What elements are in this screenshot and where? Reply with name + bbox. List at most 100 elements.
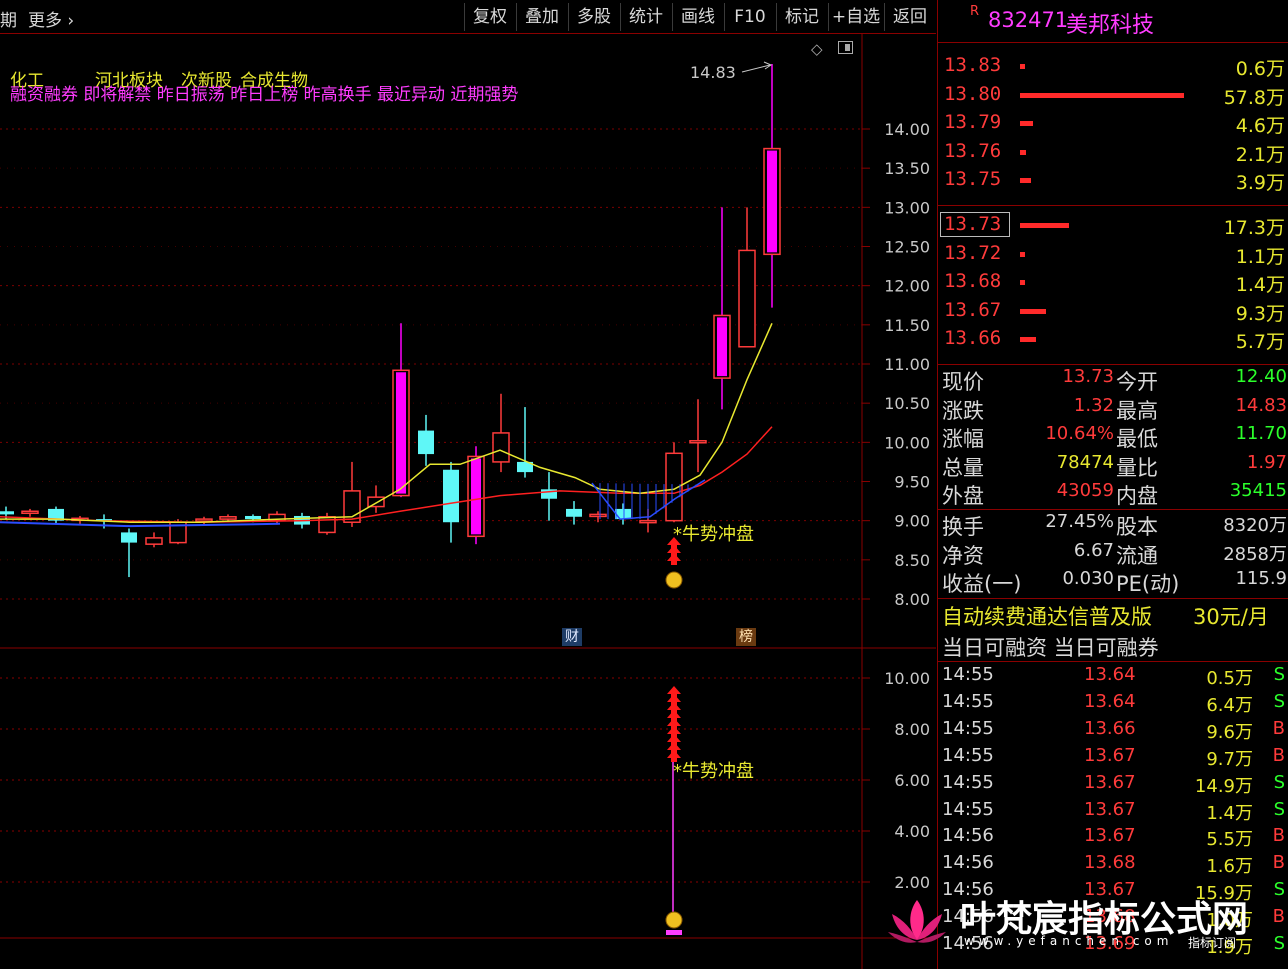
stat-value: 1.32 — [1073, 394, 1114, 416]
trade-price: 13.67 — [1084, 771, 1136, 793]
toolbar-button-6[interactable]: 标记 — [776, 3, 827, 31]
toolbar-button-5[interactable]: F10 — [724, 3, 775, 31]
candlestick-chart[interactable]: 14.00 13.50 13.00 12.50 12.00 11.50 11.00 10.50… — [0, 34, 936, 969]
diamond-icon[interactable]: ◇ — [811, 40, 823, 58]
status-tags[interactable]: 融资融券 即将解禁 昨日振荡 昨日上榜 昨高换手 最近异动 近期强势 — [10, 80, 518, 105]
lower-tick-label: 10.00 — [884, 669, 930, 688]
money-bag-icon — [665, 911, 683, 929]
panel-toggle-icon[interactable] — [838, 41, 853, 54]
price-tick-label: 10.50 — [884, 394, 930, 413]
stat-value: 78474 — [1056, 451, 1114, 473]
stat-label: PE(动) — [1116, 572, 1180, 597]
watermark: 叶梵宸指标公式网 www.yefanchen.com 指标订阅 — [884, 888, 1288, 969]
stat-label: 今开 — [1116, 370, 1158, 394]
period-label[interactable]: 期 — [0, 6, 17, 31]
signal-label: *牛势冲盘 — [673, 524, 754, 545]
promo-text[interactable]: 自动续费通达信普及版 — [942, 601, 1152, 631]
trade-row: 14:55 13.64 0.5万 S — [938, 663, 1288, 690]
bid-volume: 5.7万 — [1235, 331, 1285, 354]
candle-body — [566, 508, 582, 517]
trade-row: 14:56 13.68 1.6万 B — [938, 851, 1288, 878]
ask-volume: 57.8万 — [1223, 86, 1285, 109]
trade-row: 14:55 13.67 9.7万 B — [938, 744, 1288, 771]
ask-volume: 2.1万 — [1235, 143, 1285, 166]
ask-volume-bar — [1020, 178, 1031, 184]
candle-body — [492, 432, 510, 463]
candle-body — [245, 515, 261, 520]
candle-body — [145, 537, 163, 545]
ask-row[interactable]: 13.75 3.9万 — [938, 166, 1288, 194]
stat-label: 总量 — [942, 455, 984, 480]
bid-volume: 1.4万 — [1235, 274, 1285, 297]
bid-row[interactable]: 13.66 5.7万 — [938, 325, 1288, 353]
divider — [938, 509, 1288, 510]
bid-row[interactable]: 13.67 9.3万 — [938, 297, 1288, 325]
ask-row[interactable]: 13.76 2.1万 — [938, 138, 1288, 166]
divider — [938, 42, 1288, 43]
trade-time: 14:56 — [942, 825, 994, 847]
price-tick-label: 9.00 — [894, 512, 930, 531]
bid-row[interactable]: 13.68 1.4万 — [938, 268, 1288, 296]
divider — [938, 364, 1288, 365]
bid-volume-bar — [1020, 308, 1046, 314]
candle-body — [589, 513, 607, 518]
trade-volume: 1.6万 — [1206, 856, 1253, 878]
ask-row[interactable]: 13.80 57.8万 — [938, 81, 1288, 109]
ask-price: 13.80 — [944, 82, 1002, 105]
trade-time: 14:55 — [942, 798, 994, 820]
toolbar-button-7[interactable]: +自选 — [828, 3, 883, 31]
ask-price: 13.83 — [944, 54, 1002, 76]
lower-signal-label: *牛势冲盘 — [673, 761, 754, 782]
stat-label: 现价 — [942, 370, 984, 394]
stat-label: 净资 — [942, 543, 984, 568]
candle-body-fill — [471, 458, 481, 535]
candle-body-fill — [396, 372, 406, 494]
stat-value: 14.83 — [1235, 394, 1287, 416]
price-tick-label: 13.50 — [884, 159, 930, 178]
ask-row[interactable]: 13.83 0.6万 — [938, 52, 1288, 80]
quote-panel: R 832471 美邦科技 13.83 0.6万 13.80 57.8万 13.79 4.… — [937, 0, 1288, 969]
promo-price[interactable]: 30元/月 — [1193, 601, 1269, 631]
price-tick-label: 8.50 — [894, 551, 930, 570]
candle-body — [639, 519, 657, 524]
stat-value: 115.9 — [1235, 568, 1287, 590]
toolbar-button-1[interactable]: 叠加 — [516, 3, 567, 31]
candle-body-fill — [767, 150, 777, 253]
stat-label: 涨跌 — [942, 398, 984, 423]
ask-volume: 4.6万 — [1235, 115, 1285, 138]
trade-time: 14:55 — [942, 771, 994, 793]
toolbar-button-2[interactable]: 多股 — [568, 3, 619, 31]
trade-time: 14:55 — [942, 664, 994, 685]
finance-badge[interactable]: 财 — [562, 628, 582, 646]
stat-value: 43059 — [1056, 480, 1114, 502]
stat-value: 1.97 — [1246, 451, 1287, 473]
chart-toolbar: 期 更多 › 复权 叠加 多股 统计 画线 F10 标记 +自选 返回 — [0, 0, 936, 34]
candle-body — [219, 516, 237, 520]
price-tick-label: 11.50 — [884, 316, 930, 335]
bid-row[interactable]: 13.72 1.1万 — [938, 240, 1288, 268]
more-menu[interactable]: 更多 › — [28, 6, 74, 31]
price-tick-label: 11.00 — [884, 355, 930, 374]
money-bag-icon — [665, 571, 683, 589]
price-tick-label: 12.50 — [884, 238, 930, 257]
bid-price: 13.68 — [944, 270, 1002, 293]
toolbar-button-0[interactable]: 复权 — [464, 3, 515, 31]
stat-value: 8320万 — [1223, 515, 1287, 536]
lower-tick-label: 4.00 — [894, 822, 930, 841]
ask-volume-bar — [1020, 121, 1033, 127]
stat-value: 11.70 — [1235, 423, 1287, 445]
ask-row[interactable]: 13.79 4.6万 — [938, 109, 1288, 137]
price-tick-label: 8.00 — [894, 590, 930, 609]
candle-body — [689, 440, 707, 444]
bid-volume-bar — [1020, 251, 1025, 257]
trade-volume: 14.9万 — [1194, 775, 1253, 797]
stat-label: 收益(一) — [942, 572, 1022, 597]
trade-side: S — [1273, 690, 1285, 712]
dragon-tiger-badge[interactable]: 榜 — [736, 628, 756, 646]
toolbar-button-4[interactable]: 画线 — [672, 3, 723, 31]
toolbar-button-8[interactable]: 返回 — [884, 3, 935, 31]
trade-price: 13.68 — [1084, 852, 1136, 874]
price-tick-label: 9.50 — [894, 473, 930, 492]
stat-label: 外盘 — [942, 484, 984, 509]
toolbar-button-3[interactable]: 统计 — [620, 3, 671, 31]
